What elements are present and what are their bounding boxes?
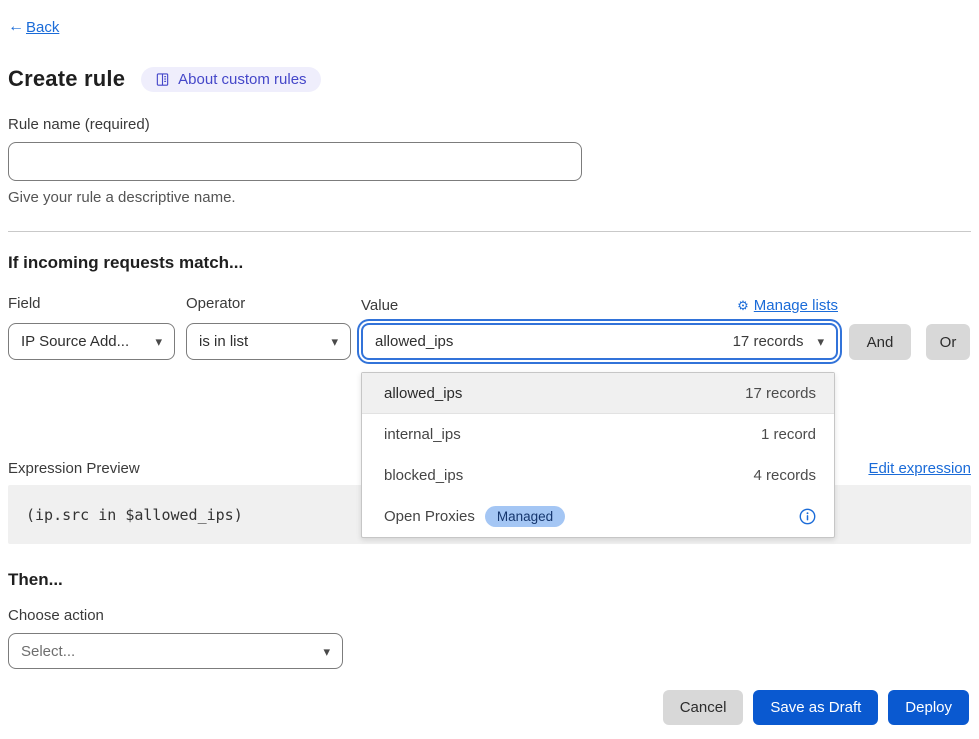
chevron-down-icon: ▾ [155,335,162,348]
back-label: Back [26,19,59,36]
operator-select[interactable]: is in list ▾ [186,323,351,360]
list-option-name: Open Proxies [384,508,475,525]
chevron-down-icon: ▾ [323,645,330,658]
footer-actions: Cancel Save as Draft Deploy [8,690,971,725]
about-custom-rules-link[interactable]: About custom rules [141,67,320,92]
chevron-down-icon: ▾ [331,335,338,348]
match-section-heading: If incoming requests match... [8,253,971,273]
field-select-value: IP Source Add... [21,333,129,350]
list-option-internal-ips[interactable]: internal_ips 1 record [362,414,834,455]
rule-name-label: Rule name (required) [8,116,971,133]
operator-column: Operator is in list ▾ [186,295,351,360]
title-row: Create rule About custom rules [8,66,971,92]
edit-expression-link[interactable]: Edit expression [868,460,971,477]
back-arrow-icon: ← [8,18,24,36]
info-icon[interactable] [799,508,816,525]
about-custom-rules-label: About custom rules [178,71,306,88]
list-option-name: allowed_ips [384,385,462,402]
field-column: Field IP Source Add... ▾ [8,295,175,360]
value-select-right: 17 records ▾ [733,333,824,350]
list-option-records: 17 records [745,385,816,402]
field-label: Field [8,295,175,312]
book-icon [155,72,170,87]
save-draft-button[interactable]: Save as Draft [753,690,878,725]
choose-action-label: Choose action [8,607,971,624]
field-select[interactable]: IP Source Add... ▾ [8,323,175,360]
or-button[interactable]: Or [926,324,970,360]
operator-label: Operator [186,295,351,312]
operator-select-value: is in list [199,333,248,350]
expression-code: (ip.src in $allowed_ips) [26,506,243,524]
create-rule-page: ← Back Create rule About custom rules Ru… [0,0,979,739]
value-label: Value [361,297,398,314]
list-option-left: Open Proxies Managed [384,506,565,527]
back-link[interactable]: ← Back [8,18,59,36]
list-option-records: 1 record [761,426,816,443]
list-option-blocked-ips[interactable]: blocked_ips 4 records [362,455,834,496]
list-option-name: blocked_ips [384,467,463,484]
managed-badge: Managed [485,506,565,527]
value-label-row: Value ⚙ Manage lists [361,297,838,314]
chevron-down-icon: ▾ [817,335,824,348]
value-select-value: allowed_ips [375,333,453,350]
manage-lists-link[interactable]: ⚙ Manage lists [737,297,838,314]
list-option-name: internal_ips [384,426,461,443]
expression-preview-label: Expression Preview [8,460,140,477]
section-divider [8,231,971,232]
list-option-open-proxies[interactable]: Open Proxies Managed [362,496,834,537]
lists-dropdown: allowed_ips 17 records internal_ips 1 re… [361,372,835,538]
manage-lists-label: Manage lists [754,297,838,314]
action-select-placeholder: Select... [21,643,75,660]
value-column: Value ⚙ Manage lists allowed_ips 17 reco… [361,297,838,360]
list-option-allowed-ips[interactable]: allowed_ips 17 records [362,373,834,414]
records-count: 17 records [733,333,804,350]
gear-icon: ⚙ [737,298,749,314]
action-select[interactable]: Select... ▾ [8,633,343,669]
then-section-heading: Then... [8,570,971,590]
rule-name-input[interactable] [8,142,582,181]
and-button[interactable]: And [849,324,911,360]
cancel-button[interactable]: Cancel [663,690,744,725]
page-title: Create rule [8,66,125,92]
deploy-button[interactable]: Deploy [888,690,969,725]
value-select[interactable]: allowed_ips 17 records ▾ [361,323,838,360]
rule-name-helper: Give your rule a descriptive name. [8,189,971,206]
condition-row: Field IP Source Add... ▾ Operator is in … [8,295,971,360]
list-option-records: 4 records [753,467,816,484]
